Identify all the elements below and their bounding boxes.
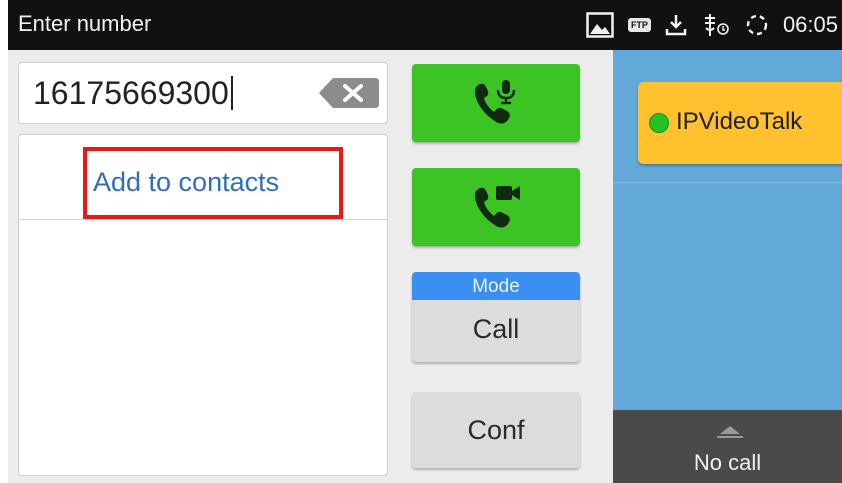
expand-up-icon-base (717, 436, 743, 438)
dialed-number: 16175669300 (33, 76, 233, 110)
number-input[interactable]: 16175669300 (18, 62, 388, 124)
status-icons: FTP 06:05 (586, 8, 838, 42)
mode-label: Mode (412, 272, 580, 300)
suggestion-list: Add to contacts (18, 134, 388, 476)
image-icon (586, 12, 614, 38)
video-call-button[interactable] (412, 168, 580, 246)
clock: 06:05 (782, 12, 838, 37)
divider (19, 219, 387, 220)
highlight-annotation (83, 147, 343, 219)
phone-video-icon (474, 186, 520, 228)
conference-button[interactable]: Conf (412, 392, 580, 468)
expand-up-icon (720, 426, 740, 434)
account-status-dot (649, 113, 669, 133)
mode-value: Call (472, 314, 520, 344)
call-status-text: No call (693, 450, 762, 475)
ftp-icon: FTP (627, 18, 651, 32)
download-icon (665, 15, 687, 36)
dialer-screen: Enter number FTP 06:05 16175669300 Add t… (8, 0, 842, 483)
mode-toggle-button[interactable]: Mode Call (412, 272, 580, 362)
phone-mic-icon (474, 80, 516, 124)
audio-call-button[interactable] (412, 64, 580, 142)
usb-debug-icon (704, 14, 729, 36)
divider (613, 182, 842, 183)
call-status-bar[interactable]: No call (613, 410, 842, 483)
screen-title: Enter number (18, 11, 152, 36)
account-panel: IPVideoTalk No call (613, 50, 842, 483)
backspace-icon[interactable] (319, 78, 379, 108)
sync-icon (746, 14, 768, 36)
account-label: IPVideoTalk (676, 108, 803, 135)
status-bar: Enter number FTP 06:05 (8, 0, 842, 50)
account-button-ipvideotalk[interactable]: IPVideoTalk (638, 82, 842, 164)
